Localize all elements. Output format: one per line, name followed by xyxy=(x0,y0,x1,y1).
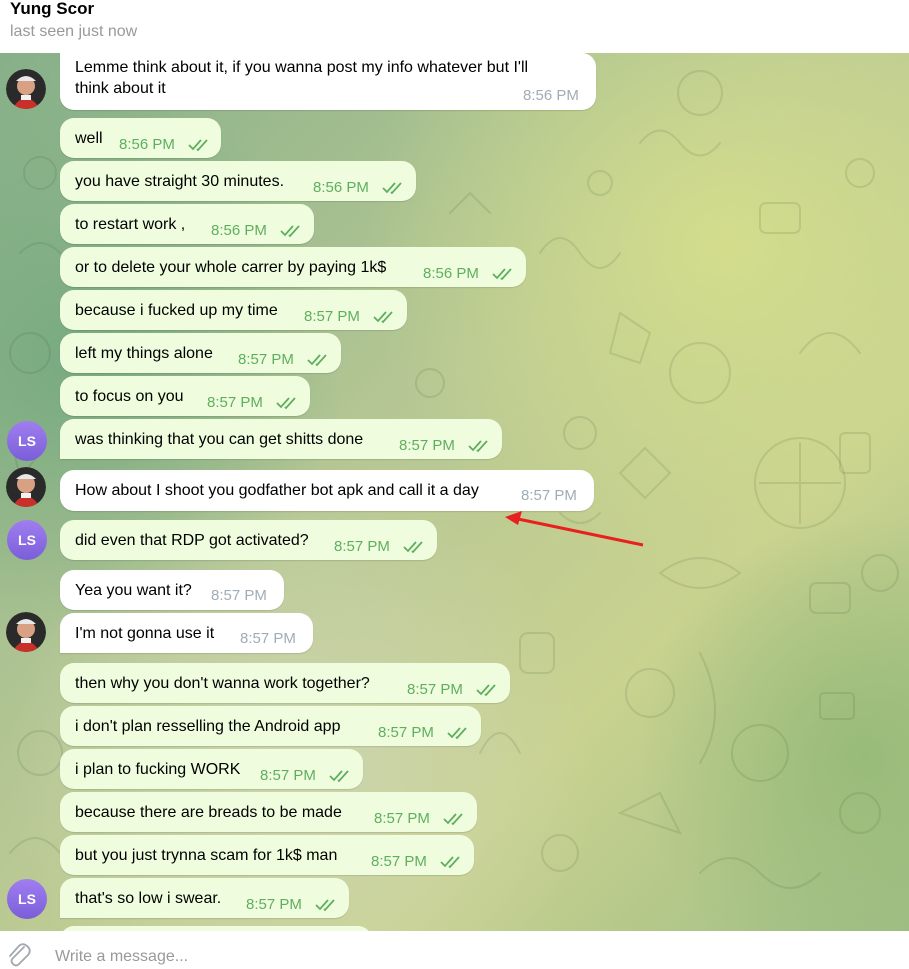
message-text: that's so low i swear. xyxy=(75,890,222,907)
message-text: or to delete your whole carrer by paying… xyxy=(75,259,387,276)
last-seen-status: last seen just now xyxy=(10,23,138,40)
message-text: i plan to fucking WORK xyxy=(75,761,241,778)
message-time: 8:57 PM xyxy=(521,487,577,504)
message-text: Yea you want it? xyxy=(75,582,192,599)
message-bubble-outgoing[interactable]: that's so low i swear. 8:57 PM xyxy=(60,878,349,918)
message-bubble-outgoing[interactable]: to restart work , 8:56 PM xyxy=(60,204,314,244)
message-text: How about I shoot you godfather bot apk … xyxy=(75,482,479,499)
message-bubble-outgoing[interactable]: but you just trynna scam for 1k$ man 8:5… xyxy=(60,835,474,875)
message-text: i don't plan resselling the Android app xyxy=(75,718,341,735)
chat-header[interactable]: Yung Scor last seen just now xyxy=(0,0,909,53)
double-check-icon xyxy=(315,899,335,912)
message-time: 8:57 PM xyxy=(334,538,390,555)
message-text: to restart work , xyxy=(75,216,186,233)
message-bubble-outgoing[interactable]: left my things alone 8:57 PM xyxy=(60,333,341,373)
message-time: 8:57 PM xyxy=(246,896,302,913)
double-check-icon xyxy=(440,856,460,869)
double-check-icon xyxy=(329,770,349,783)
message-time: 8:56 PM xyxy=(313,179,369,196)
double-check-icon xyxy=(403,541,423,554)
user-avatar-ls[interactable]: LS xyxy=(7,421,47,461)
message-text: left my things alone xyxy=(75,345,213,362)
message-text: because there are breads to be made xyxy=(75,804,342,821)
double-check-icon xyxy=(280,225,300,238)
message-time: 8:57 PM xyxy=(371,853,427,870)
message-text-line2: think about it xyxy=(75,80,166,97)
contact-photo-icon xyxy=(6,467,46,507)
user-avatar-ls[interactable]: LS xyxy=(7,520,47,560)
double-check-icon xyxy=(476,684,496,697)
message-bubble-outgoing[interactable]: because i fucked up my time 8:57 PM xyxy=(60,290,407,330)
message-text: well xyxy=(75,130,103,147)
double-check-icon xyxy=(447,727,467,740)
message-time: 8:57 PM xyxy=(211,587,267,604)
message-bubble-incoming[interactable]: Lemme think about it, if you wanna post … xyxy=(60,53,596,110)
paperclip-icon[interactable] xyxy=(4,941,32,969)
message-bubble-outgoing[interactable]: i plan to fucking WORK 8:57 PM xyxy=(60,749,363,789)
message-time: 8:57 PM xyxy=(304,308,360,325)
message-time: 8:57 PM xyxy=(378,724,434,741)
message-bubble-outgoing[interactable]: was thinking that you can get shitts don… xyxy=(60,419,502,459)
chat-title[interactable]: Yung Scor xyxy=(10,0,94,19)
message-text: Lemme think about it, if you wanna post … xyxy=(75,59,529,76)
double-check-icon xyxy=(307,354,327,367)
message-list[interactable]: Lemme think about it, if you wanna post … xyxy=(0,53,909,931)
message-text: was thinking that you can get shitts don… xyxy=(75,431,364,448)
message-bubble-outgoing[interactable]: i don't plan resselling the Android app … xyxy=(60,706,481,746)
message-bubble-incoming[interactable]: How about I shoot you godfather bot apk … xyxy=(60,470,594,511)
message-text: to focus on you xyxy=(75,388,184,405)
message-time: 8:56 PM xyxy=(523,87,579,104)
contact-photo-icon xyxy=(6,612,46,652)
message-bubble-outgoing[interactable]: then why you don't wanna work together? … xyxy=(60,663,510,703)
message-input[interactable] xyxy=(55,948,855,966)
double-check-icon xyxy=(492,268,512,281)
contact-avatar[interactable] xyxy=(6,467,46,507)
message-time: 8:57 PM xyxy=(374,810,430,827)
message-bubble-outgoing[interactable]: because there are breads to be made 8:57… xyxy=(60,792,477,832)
message-bubble-outgoing[interactable]: to focus on you 8:57 PM xyxy=(60,376,310,416)
message-bubble-outgoing[interactable]: well 8:56 PM xyxy=(60,118,221,158)
contact-avatar[interactable] xyxy=(6,612,46,652)
user-avatar-ls[interactable]: LS xyxy=(7,879,47,919)
message-bubble-incoming[interactable]: Yea you want it? 8:57 PM xyxy=(60,570,284,610)
message-text: but you just trynna scam for 1k$ man xyxy=(75,847,338,864)
double-check-icon xyxy=(468,440,488,453)
double-check-icon xyxy=(373,311,393,324)
double-check-icon xyxy=(276,397,296,410)
double-check-icon xyxy=(188,139,208,152)
message-time: 8:57 PM xyxy=(399,437,455,454)
double-check-icon xyxy=(443,813,463,826)
message-time: 8:57 PM xyxy=(407,681,463,698)
message-text: then why you don't wanna work together? xyxy=(75,675,370,692)
message-bubble-incoming[interactable]: I'm not gonna use it 8:57 PM xyxy=(60,613,313,653)
message-time: 8:57 PM xyxy=(260,767,316,784)
message-bubble-outgoing[interactable]: you have straight 30 minutes. 8:56 PM xyxy=(60,161,416,201)
message-text: I'm not gonna use it xyxy=(75,625,215,642)
message-time: 8:56 PM xyxy=(211,222,267,239)
message-time: 8:57 PM xyxy=(238,351,294,368)
message-text: because i fucked up my time xyxy=(75,302,278,319)
message-bubble-outgoing[interactable]: or to delete your whole carrer by paying… xyxy=(60,247,526,287)
contact-avatar[interactable] xyxy=(6,69,46,109)
message-time: 8:56 PM xyxy=(423,265,479,282)
double-check-icon xyxy=(382,182,402,195)
contact-photo-icon xyxy=(6,69,46,109)
message-time: 8:57 PM xyxy=(240,630,296,647)
message-time: 8:57 PM xyxy=(207,394,263,411)
message-text: you have straight 30 minutes. xyxy=(75,173,285,190)
message-time: 8:56 PM xyxy=(119,136,175,153)
message-composer[interactable] xyxy=(0,931,909,967)
message-bubble-outgoing[interactable]: did even that RDP got activated? 8:57 PM xyxy=(60,520,437,560)
message-text: did even that RDP got activated? xyxy=(75,532,309,549)
